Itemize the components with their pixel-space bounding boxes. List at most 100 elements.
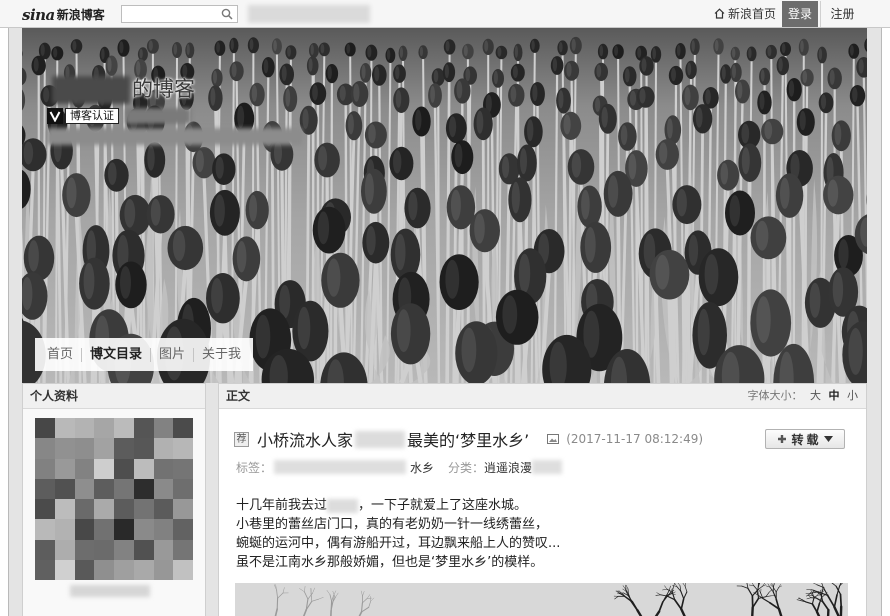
tulip-head	[720, 64, 732, 84]
tulip-head	[345, 111, 363, 141]
top-bar: sina 新浪博客 新浪首页 登录 注册	[0, 0, 890, 28]
tulip-petal-highlight	[834, 123, 842, 145]
tulip-petal-highlight	[393, 150, 402, 174]
font-size-medium[interactable]: 中	[829, 389, 840, 402]
tulip-head	[738, 143, 762, 182]
blog-banner: 的博客 博客认证 首页 博文目录 图片 关于我	[22, 28, 867, 383]
tulip-petal-highlight	[641, 58, 647, 72]
plus-icon	[778, 435, 787, 443]
tag-link[interactable]: 水乡	[410, 459, 434, 476]
sina-home-link[interactable]: 新浪首页	[714, 0, 776, 27]
tulip-petal-highlight	[249, 38, 254, 51]
article-photo[interactable]	[235, 583, 848, 616]
avatar-pixel	[133, 559, 154, 580]
tulip-petal-highlight	[419, 46, 423, 57]
image-icon-frame	[547, 434, 560, 444]
avatar-pixel	[74, 478, 95, 499]
search-icon[interactable]	[221, 8, 233, 20]
tulip-petal-highlight	[532, 84, 538, 102]
nav-tab-about[interactable]: 关于我	[193, 347, 249, 362]
avatar[interactable]	[35, 418, 193, 580]
tulip-head	[730, 62, 742, 82]
redacted-text	[70, 585, 150, 597]
avatar-pixel	[94, 458, 114, 479]
login-button[interactable]: 登录	[782, 1, 818, 27]
profile-panel: 个人资料	[22, 383, 206, 616]
tulip-petal-highlight	[741, 123, 750, 144]
tulip-petal-highlight	[599, 45, 604, 57]
tulip-head	[649, 249, 690, 300]
repost-label: 转载	[791, 432, 822, 447]
tulip-petal-highlight	[263, 59, 269, 74]
tulip-petal-highlight	[558, 90, 564, 109]
tulip-head	[229, 37, 239, 54]
tulip-head	[469, 209, 500, 253]
avatar-pixel	[153, 539, 174, 560]
tulip-petal-highlight	[273, 40, 277, 52]
dropdown-arrow-shape	[823, 436, 833, 442]
tulip-head	[818, 92, 834, 114]
verified-badge[interactable]: 博客认证	[47, 108, 119, 124]
sina-blog-logo[interactable]: sina 新浪博客	[22, 4, 105, 24]
font-size-large[interactable]: 大	[810, 389, 821, 402]
tulip-petal-highlight	[136, 61, 141, 76]
tulip-petal-highlight	[186, 44, 190, 56]
tulip-petal-highlight	[108, 162, 117, 186]
tulip-petal-highlight	[802, 70, 808, 83]
tulip-head	[212, 153, 236, 185]
avatar-pixel	[173, 559, 193, 580]
tulip-head	[495, 289, 539, 345]
article-line: 小巷里的蕾丝店门口，真的有老奶奶一针一线绣蕾丝，	[236, 517, 549, 532]
home-icon	[714, 8, 725, 19]
tulip-petal-highlight	[778, 58, 783, 72]
font-size-label: 字体大小：	[747, 389, 803, 402]
avatar-pixel	[114, 519, 134, 540]
tulip-petal-highlight	[781, 43, 786, 54]
tulip-petal-highlight	[659, 142, 668, 164]
tulip-head	[22, 170, 31, 209]
article-title[interactable]: 小桥流水人家 最美的‘梦里水乡’	[257, 427, 529, 451]
tulip-petal-highlight	[408, 191, 418, 221]
tulip-head	[31, 55, 46, 76]
nav-tab-article-list[interactable]: 博文目录	[81, 347, 150, 362]
tulip-petal-highlight	[695, 107, 703, 128]
tulip-head	[359, 63, 372, 83]
tulip-petal-highlight	[741, 147, 750, 175]
tulip-head	[285, 45, 297, 60]
search-input[interactable]	[122, 9, 218, 26]
tulip-head	[655, 139, 679, 170]
font-size-small[interactable]: 小	[847, 389, 858, 402]
article-text: ，一下子就爱上了这座水城。	[358, 498, 528, 513]
nav-tab-photos[interactable]: 图片	[150, 347, 193, 362]
tulip-head	[717, 159, 740, 191]
tulip-petal-highlight	[759, 92, 765, 110]
tulip-head	[279, 63, 295, 86]
article-line: 虽不是江南水乡那般娇媚，但也是‘梦里水乡’的模样。	[236, 555, 544, 570]
tulip-petal-highlight	[629, 90, 637, 106]
tulip-petal-highlight	[361, 64, 366, 79]
tulip-petal-highlight	[249, 194, 258, 222]
tulip-petal-highlight	[148, 40, 153, 51]
repost-button[interactable]: 转载	[765, 429, 845, 449]
tulip-head	[206, 273, 240, 324]
tulip-petal-highlight	[173, 43, 178, 55]
blog-title[interactable]: 的博客	[132, 75, 195, 103]
redacted-text	[274, 460, 407, 474]
tulip-head	[492, 69, 504, 88]
logo-product: 新浪博客	[56, 8, 105, 22]
category-link[interactable]: 逍遥浪漫	[484, 459, 532, 476]
tulip-stem	[344, 103, 348, 383]
tulip-head	[560, 111, 582, 140]
tulip-stem	[553, 73, 559, 383]
tulip-petal-highlight	[236, 241, 247, 273]
tulip-petal-highlight	[124, 199, 136, 228]
dropdown-arrow-icon	[823, 436, 833, 442]
tulip-petal-highlight	[566, 62, 572, 77]
register-button[interactable]: 注册	[820, 1, 864, 27]
nav-tab-home[interactable]: 首页	[39, 347, 81, 362]
tulip-petal-highlight	[595, 97, 601, 112]
tulip-petal-highlight	[639, 88, 646, 104]
tulip-head	[22, 67, 27, 86]
avatar-pixel	[133, 418, 154, 439]
avatar-pixel	[173, 539, 193, 560]
